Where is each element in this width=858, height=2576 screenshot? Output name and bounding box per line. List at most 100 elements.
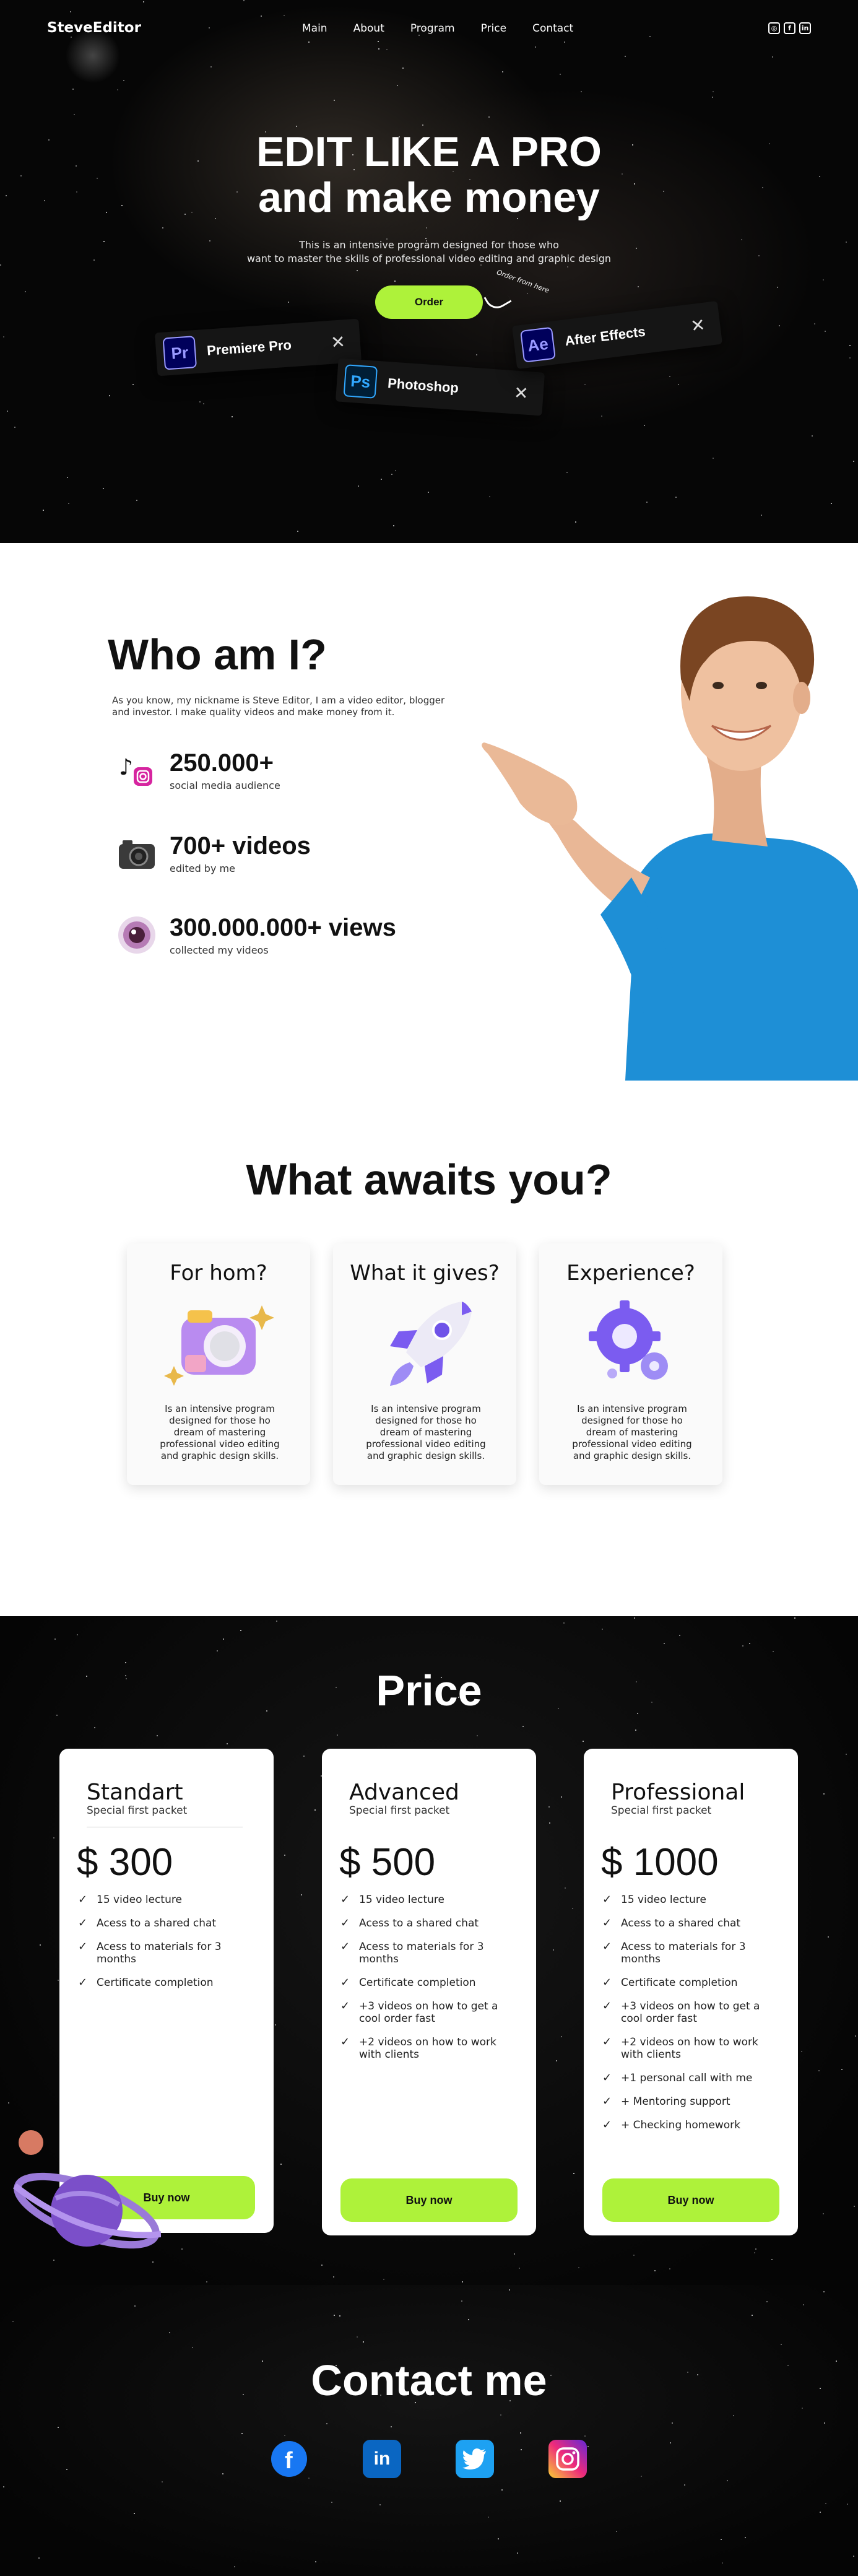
close-icon[interactable]: ✕: [513, 382, 529, 404]
star: [321, 2265, 323, 2266]
camera-icon: [115, 832, 158, 875]
list-item: ✓ Acess to a shared chat: [78, 1917, 217, 1930]
check-icon: ✓: [340, 1976, 350, 1989]
list-item: ✓ +1 personal call with me: [602, 2071, 753, 2085]
star: [601, 416, 602, 417]
stat-label: collected my videos: [170, 944, 269, 956]
star: [53, 2260, 54, 2261]
card-text: Is an intensive program designed for tho…: [160, 1403, 280, 1461]
star: [169, 2332, 170, 2333]
star: [684, 2484, 685, 2486]
hero-section: SteveEditor Main About Program Price Con…: [0, 0, 858, 543]
star: [563, 1622, 565, 1624]
close-icon[interactable]: ✕: [690, 314, 706, 336]
star: [125, 1662, 126, 1663]
order-button[interactable]: Order: [375, 285, 483, 319]
star: [828, 1936, 829, 1938]
app-card-after-effects: Ae After Effects ✕: [511, 300, 723, 370]
star: [500, 2414, 501, 2416]
nav-contact[interactable]: Contact: [532, 22, 573, 35]
star: [123, 80, 124, 81]
star: [117, 89, 118, 90]
star: [181, 2248, 183, 2250]
linkedin-icon[interactable]: in: [799, 22, 811, 34]
app-name: Premiere Pro: [206, 337, 292, 359]
linkedin-icon[interactable]: in: [363, 2440, 401, 2478]
who-title: Who am I?: [108, 630, 327, 679]
star: [664, 1643, 665, 1644]
header-socials: ◎ f in: [768, 22, 811, 34]
check-icon: ✓: [78, 1976, 88, 1989]
star: [654, 2270, 656, 2271]
star: [560, 2500, 561, 2502]
star: [152, 2261, 154, 2263]
star: [561, 1796, 562, 1798]
feature-list: ✓ 15 video lecture ✓ Acess to a shared cha…: [602, 1894, 782, 2143]
star: [831, 503, 832, 504]
star: [509, 2289, 510, 2291]
star: [814, 323, 815, 324]
instagram-icon[interactable]: [548, 2440, 587, 2478]
brand-logo[interactable]: SteveEditor: [47, 20, 141, 36]
star: [331, 2502, 332, 2503]
star: [646, 502, 648, 503]
star: [818, 2070, 820, 2071]
buy-now-button[interactable]: Buy now: [602, 2178, 779, 2222]
plan-card-advanced: Advanced Special first packet $ 500 ✓ 15 …: [322, 1749, 536, 2235]
star: [284, 15, 285, 16]
star: [561, 2036, 562, 2037]
star: [402, 67, 404, 69]
star: [556, 2060, 557, 2061]
star: [240, 1630, 241, 1631]
star: [841, 2069, 843, 2070]
star: [587, 2446, 589, 2447]
star: [25, 291, 26, 292]
star: [855, 2035, 856, 2037]
nav-main[interactable]: Main: [302, 22, 327, 35]
list-item: ✓ +2 videos on how to work with clients: [340, 2035, 496, 2061]
eye-icon: [115, 913, 158, 957]
facebook-icon[interactable]: f: [784, 22, 795, 34]
star: [157, 1735, 158, 1736]
facebook-icon[interactable]: f: [270, 2440, 308, 2478]
planet-icon: [12, 2130, 161, 2249]
stat-label: edited by me: [170, 863, 235, 874]
star: [488, 2517, 489, 2518]
star: [565, 1887, 566, 1889]
nav-price[interactable]: Price: [481, 22, 506, 35]
nav-about[interactable]: About: [353, 22, 384, 35]
star: [162, 227, 163, 228]
star: [394, 281, 396, 282]
star: [777, 287, 778, 288]
star: [339, 2315, 340, 2317]
star: [669, 2268, 670, 2269]
hero-subtitle: This is an intensive program designed fo…: [0, 238, 858, 266]
star: [58, 2427, 59, 2428]
star: [68, 503, 69, 504]
main-nav: Main About Program Price Contact: [302, 22, 599, 35]
check-icon: ✓: [602, 1940, 612, 1953]
list-item: ✓ Acess to a shared chat: [602, 1917, 741, 1930]
buy-now-button[interactable]: Buy now: [340, 2178, 518, 2222]
star: [849, 345, 851, 346]
star: [519, 2268, 520, 2269]
card-title: What it gives?: [350, 1261, 500, 1286]
star: [462, 2281, 463, 2282]
close-icon[interactable]: ✕: [330, 331, 346, 353]
star: [67, 477, 68, 478]
check-icon: ✓: [340, 1999, 350, 2012]
nav-program[interactable]: Program: [410, 22, 455, 35]
star: [773, 1651, 774, 1652]
list-item: ✓ Acess to materials for 3 months: [78, 1940, 222, 1966]
app-card-premiere: Pr Premiere Pro ✕: [154, 318, 362, 376]
star: [779, 325, 780, 326]
check-icon: ✓: [340, 1917, 350, 1930]
twitter-icon[interactable]: [456, 2440, 494, 2478]
instagram-icon[interactable]: ◎: [768, 22, 780, 34]
star: [823, 279, 824, 281]
star: [498, 2538, 499, 2539]
star: [234, 2566, 235, 2567]
star: [43, 510, 44, 511]
star: [566, 472, 568, 473]
star: [315, 2561, 316, 2562]
